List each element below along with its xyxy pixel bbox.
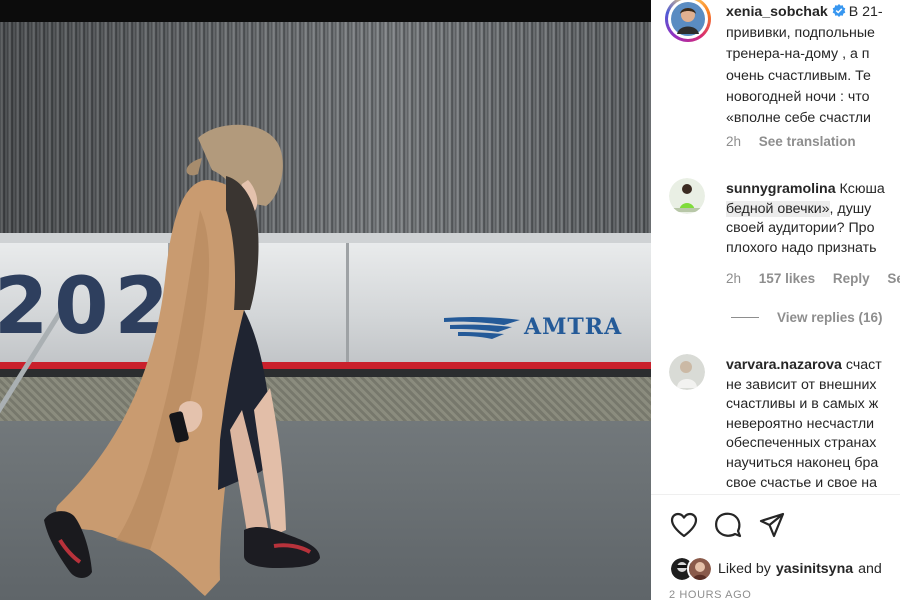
comment-time: 2h: [726, 271, 742, 286]
comment-button[interactable]: [713, 510, 743, 540]
photo-train-seam: [346, 243, 349, 363]
caption-time: 2h: [726, 134, 742, 149]
amtrak-logo: AMTRA: [442, 314, 622, 340]
post-actions: [669, 510, 787, 540]
post-photo[interactable]: 2021 AMTRA: [0, 0, 651, 600]
post-side-panel: xenia_sobchak В 21- прививки, подпольные …: [651, 0, 900, 600]
comment-line: Ксюша: [839, 181, 885, 197]
actions-divider: [651, 494, 900, 495]
post-timestamp[interactable]: 2 HOURS AGO: [669, 589, 751, 600]
comment-line: научиться наконец бра: [726, 454, 879, 471]
comment-line: не зависит от внешних: [726, 376, 877, 393]
author-avatar[interactable]: [671, 2, 705, 36]
liked-by: Liked by yasinitsyna and: [669, 556, 882, 582]
comment-likes-link[interactable]: 157 likes: [759, 271, 815, 286]
amtrak-text: AMTRA: [524, 314, 623, 340]
comment-text: varvara.nazarova счаст не зависит от вне…: [726, 356, 900, 493]
liked-by-prefix: Liked by: [718, 561, 771, 577]
caption-line: очень счастливым. Те: [726, 67, 871, 84]
caption-line-first: xenia_sobchak В 21-: [726, 2, 900, 23]
liked-by-suffix: and: [858, 561, 882, 577]
comment-icon: [715, 512, 742, 538]
author-avatar-ring[interactable]: [665, 0, 711, 42]
commenter-avatar[interactable]: [669, 354, 705, 390]
commenter-username[interactable]: sunnygramolina: [726, 181, 836, 197]
caption-meta: 2h See translation: [726, 134, 870, 149]
share-icon: [759, 512, 785, 538]
commenter-username[interactable]: varvara.nazarova: [726, 357, 842, 373]
see-translation-button[interactable]: See: [887, 271, 900, 286]
caption-line: В 21-: [848, 4, 883, 20]
comment-line: своей аудитории? Про: [726, 220, 875, 237]
woman-figure: [44, 124, 320, 596]
caption-line: прививки, подпольные: [726, 25, 875, 42]
liked-by-user[interactable]: yasinitsyna: [776, 561, 853, 577]
comment-line: счаст: [845, 357, 882, 373]
comment-line-rest: , душу: [829, 200, 872, 217]
liker-avatar[interactable]: [687, 556, 713, 582]
comment-line: обеспеченных странах: [726, 435, 877, 452]
replies-dash: [731, 317, 759, 318]
photo-top-band: [0, 0, 651, 22]
author-username[interactable]: xenia_sobchak: [726, 4, 828, 20]
heart-icon: [670, 512, 698, 538]
comments-list[interactable]: xenia_sobchak В 21- прививки, подпольные …: [651, 0, 900, 494]
caption-line: тренера-на-дому , а п: [726, 46, 870, 63]
view-replies-label: View replies (16): [777, 310, 883, 325]
view-replies-button[interactable]: View replies (16): [731, 310, 883, 325]
comment-line: плохого надо признать: [726, 239, 877, 256]
like-button[interactable]: [669, 510, 699, 540]
comment-text: sunnygramolina Ксюша бедной овечки», душ…: [726, 180, 900, 258]
comment-highlight: бедной овечки»: [726, 200, 830, 217]
comment-line: счастливы и в самых ж: [726, 396, 879, 413]
share-button[interactable]: [757, 510, 787, 540]
commenter-avatar[interactable]: [669, 178, 705, 214]
comment-line: невероятно несчастли: [726, 415, 875, 432]
comment-line: свое счастье и свое на: [726, 474, 878, 491]
post-caption: xenia_sobchak В 21- прививки, подпольные …: [726, 2, 900, 129]
verified-badge-icon: [832, 4, 846, 17]
caption-line: «вполне себе счастли: [726, 110, 871, 127]
caption-line: новогодней ночи : что: [726, 88, 870, 105]
amtrak-swoosh-icon: [444, 316, 520, 339]
comment-meta: 2h 157 likes Reply See: [726, 271, 900, 286]
reply-button[interactable]: Reply: [833, 271, 870, 286]
see-translation-button[interactable]: See translation: [759, 134, 856, 149]
